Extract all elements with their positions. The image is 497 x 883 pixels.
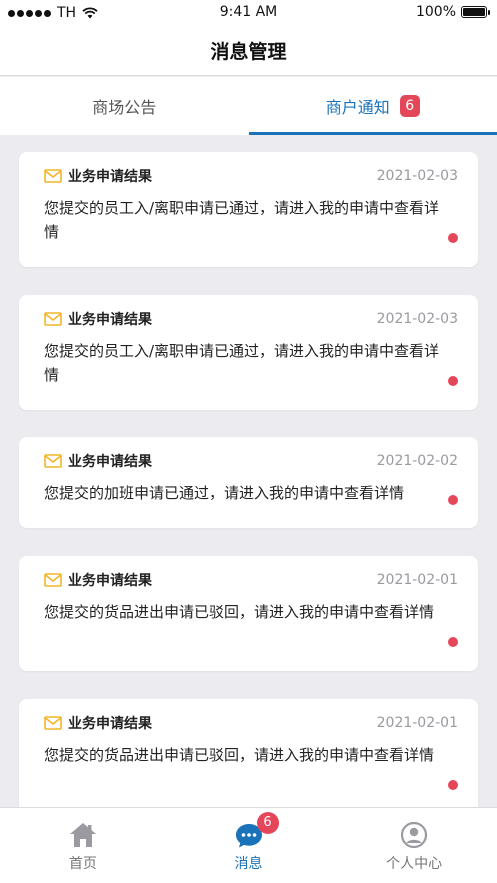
card-title: 业务申请结果 [68,573,152,589]
mail-icon [44,312,62,326]
card-title: 业务申请结果 [68,454,152,470]
card-title: 业务申请结果 [68,169,152,185]
tabbar-label: 消息 [234,856,263,872]
home-icon [69,823,96,847]
tabbar-item-home[interactable]: 首页 [0,808,166,883]
unread-dot [448,495,458,505]
card-header: 业务申请结果 2021-02-01 [44,569,458,591]
card-title: 业务申请结果 [68,312,152,328]
mail-icon [44,716,62,730]
card-body: 您提交的员工入/离职申请已通过，请进入我的申请中查看详情 [44,342,440,384]
message-card[interactable]: 业务申请结果 2021-02-01 您提交的货品进出申请已驳回，请进入我的申请中… [19,556,478,671]
card-header: 业务申请结果 2021-02-03 [44,308,458,330]
card-body: 您提交的员工入/离职申请已通过，请进入我的申请中查看详情 [44,199,440,241]
tabbar-item-messages[interactable]: 6 消息 [166,808,332,883]
tab-badge: 6 [399,95,420,117]
tab-mall-announcements[interactable]: 商场公告 [0,77,249,135]
battery-percent: 100% [415,4,456,20]
tabs: 商场公告 商户通知 6 [0,77,497,135]
mail-icon [44,454,62,468]
unread-dot [448,637,458,647]
tabbar-item-profile[interactable]: 个人中心 [331,808,497,883]
tabbar-label: 个人中心 [386,856,443,872]
card-header: 业务申请结果 2021-02-01 [44,712,458,734]
mail-icon [44,573,62,587]
unread-dot [448,376,458,386]
page-title: 消息管理 [210,41,287,63]
unread-dot [448,233,458,243]
status-right: 100% [415,4,490,20]
tab-label: 商户通知 [325,98,390,117]
card-date: 2021-02-03 [376,168,458,184]
tabbar-badge: 6 [256,812,279,834]
unread-dot [448,780,458,790]
tab-merchant-notices[interactable]: 商户通知 6 [248,77,497,135]
card-body: 您提交的货品进出申请已驳回，请进入我的申请中查看详情 [44,603,435,621]
bottom-tab-bar: 首页 6 消息 个人中心 [0,807,497,883]
tab-label: 商场公告 [92,98,157,117]
message-list[interactable]: 业务申请结果 2021-02-03 您提交的员工入/离职申请已通过，请进入我的申… [0,135,497,807]
card-body: 您提交的货品进出申请已驳回，请进入我的申请中查看详情 [44,746,435,764]
card-date: 2021-02-02 [376,453,458,469]
message-card[interactable]: 业务申请结果 2021-02-02 您提交的加班申请已通过，请进入我的申请中查看… [19,437,478,528]
status-bar: TH 9:41 AM 100% [0,0,497,26]
screen: TH 9:41 AM 100% 消息管理 商场公告 商户通知 6 业务申请结果 … [0,0,497,883]
message-card[interactable]: 业务申请结果 2021-02-03 您提交的员工入/离职申请已通过，请进入我的申… [19,152,478,267]
card-date: 2021-02-03 [376,311,458,327]
card-header: 业务申请结果 2021-02-03 [44,165,458,187]
battery-icon [461,6,490,18]
message-card[interactable]: 业务申请结果 2021-02-03 您提交的员工入/离职申请已通过，请进入我的申… [19,295,478,410]
card-date: 2021-02-01 [376,572,458,588]
tabbar-label: 首页 [68,856,97,872]
card-date: 2021-02-01 [376,715,458,731]
user-icon [401,821,428,849]
card-header: 业务申请结果 2021-02-02 [44,450,458,472]
card-title: 业务申请结果 [68,716,152,732]
message-card[interactable]: 业务申请结果 2021-02-01 您提交的货品进出申请已驳回，请进入我的申请中… [19,699,478,807]
nav-bar: 消息管理 [0,26,497,76]
mail-icon [44,169,62,183]
card-body: 您提交的加班申请已通过，请进入我的申请中查看详情 [44,484,405,502]
